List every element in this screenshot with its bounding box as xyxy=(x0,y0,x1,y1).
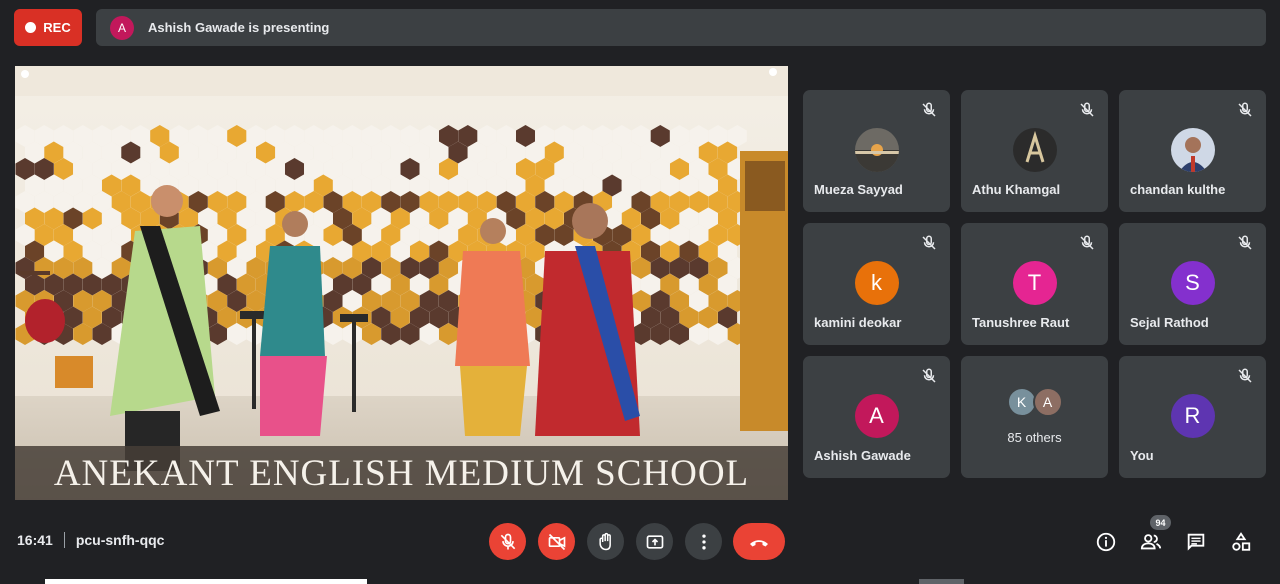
participant-name: kamini deokar xyxy=(814,315,902,330)
school-banner: ANEKANT ENGLISH MEDIUM SCHOOL xyxy=(15,446,788,500)
mic-off-icon xyxy=(922,102,936,117)
participant-name: You xyxy=(1130,448,1154,463)
participant-tile[interactable]: Athu Khamgal xyxy=(961,90,1108,212)
mic-off-icon xyxy=(1238,235,1252,250)
main-video: ANEKANT ENGLISH MEDIUM SCHOOL xyxy=(15,66,788,500)
camera-off-icon xyxy=(548,533,565,550)
mic-off-icon xyxy=(500,533,515,549)
meeting-details-button[interactable] xyxy=(1095,531,1117,553)
activities-icon xyxy=(1232,532,1251,551)
others-tile[interactable]: K A 85 others xyxy=(961,356,1108,478)
participant-tile[interactable]: Mueza Sayyad xyxy=(803,90,950,212)
hand-icon xyxy=(598,532,611,550)
taskbar-strip xyxy=(45,579,367,584)
avatar: S xyxy=(1170,261,1215,305)
avatar: k xyxy=(854,261,899,305)
avatar: A xyxy=(854,394,899,438)
taskbar-strip xyxy=(919,579,964,584)
record-dot-icon xyxy=(25,22,37,33)
mic-off-icon xyxy=(922,235,936,250)
mic-off-icon xyxy=(1080,102,1094,117)
avatar xyxy=(1012,128,1057,172)
people-button[interactable] xyxy=(1140,531,1162,553)
avatar xyxy=(1170,128,1215,172)
avatar xyxy=(854,128,899,172)
mic-off-icon xyxy=(1080,235,1094,250)
present-screen-button[interactable] xyxy=(636,523,673,560)
presenting-banner: A Ashish Gawade is presenting xyxy=(96,9,1266,46)
chat-button[interactable] xyxy=(1185,531,1207,553)
mic-off-icon xyxy=(1238,368,1252,383)
avatar: R xyxy=(1170,394,1215,438)
phone-hangup-icon xyxy=(750,539,768,546)
participant-name: Tanushree Raut xyxy=(972,315,1070,330)
meeting-code: pcu-snfh-qqc xyxy=(75,532,165,548)
info-icon xyxy=(1096,532,1116,552)
participant-tile[interactable]: S Sejal Rathod xyxy=(1119,223,1266,345)
present-icon xyxy=(646,534,663,549)
raise-hand-button[interactable] xyxy=(587,523,624,560)
participant-tile[interactable]: A Ashish Gawade xyxy=(803,356,950,478)
participant-name: chandan kulthe xyxy=(1130,182,1226,197)
meeting-info: 16:41 pcu-snfh-qqc xyxy=(17,532,164,548)
avatar: A xyxy=(1032,387,1063,417)
divider xyxy=(63,532,65,548)
end-call-button[interactable] xyxy=(733,523,785,560)
activities-button[interactable] xyxy=(1230,531,1252,553)
meeting-time: 16:41 xyxy=(17,532,53,548)
participant-tile[interactable]: T Tanushree Raut xyxy=(961,223,1108,345)
participant-name: Mueza Sayyad xyxy=(814,182,903,197)
participant-tile[interactable]: k kamini deokar xyxy=(803,223,950,345)
mic-off-icon xyxy=(922,368,936,383)
presenter-avatar: A xyxy=(110,15,134,40)
mic-off-icon xyxy=(1238,102,1252,117)
participant-tile[interactable]: chandan kulthe xyxy=(1119,90,1266,212)
others-avatars: K A xyxy=(961,387,1108,417)
chat-icon xyxy=(1187,533,1205,551)
others-label: 85 others xyxy=(1007,430,1062,445)
people-icon xyxy=(1140,534,1162,550)
more-options-button[interactable] xyxy=(685,523,722,560)
video-frame xyxy=(15,66,788,500)
participant-name: Ashish Gawade xyxy=(814,448,911,463)
camera-toggle-button[interactable] xyxy=(538,523,575,560)
participant-tile-self[interactable]: R You xyxy=(1119,356,1266,478)
avatar: T xyxy=(1012,261,1057,305)
more-vert-icon xyxy=(701,534,706,549)
people-count-badge: 94 xyxy=(1150,515,1171,530)
rec-button[interactable]: REC xyxy=(14,9,82,46)
participant-name: Athu Khamgal xyxy=(972,182,1061,197)
participant-name: Sejal Rathod xyxy=(1130,315,1209,330)
mic-toggle-button[interactable] xyxy=(489,523,526,560)
presenting-text: Ashish Gawade is presenting xyxy=(148,20,330,35)
rec-label: REC xyxy=(43,20,71,35)
